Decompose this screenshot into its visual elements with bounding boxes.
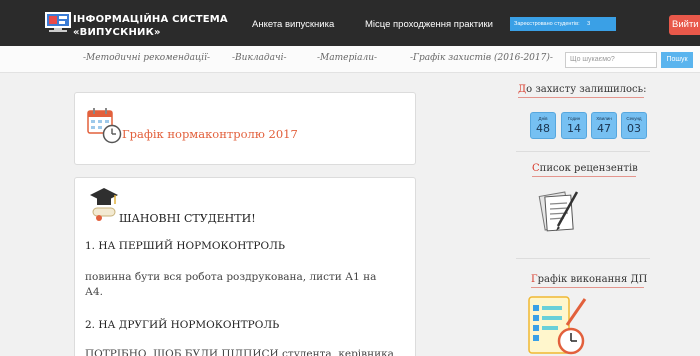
countdown-minutes-value: 47 [597, 122, 611, 135]
countdown-minutes: Хвилин 47 [591, 112, 617, 139]
countdown-heading-initial: Д [518, 84, 527, 95]
checklist-clock-icon[interactable] [527, 295, 589, 356]
section-divider-2 [516, 258, 650, 259]
top-navbar: ІНФОРМАЦІЙНА СИСТЕМА «ВИПУСКНИК» Анкета … [0, 0, 700, 46]
countdown-hours: Годин 14 [561, 112, 587, 139]
countdown-hours-value: 14 [567, 122, 581, 135]
schedule-heading-initial: Г [531, 274, 538, 285]
countdown-underline [518, 97, 644, 98]
first-control-text: повинна бути вся робота роздрукована, ли… [85, 270, 405, 300]
subnav-materials[interactable]: -Матеріали- [317, 53, 377, 63]
reviewers-heading[interactable]: Список рецензентів [532, 163, 638, 174]
subnav-defense-schedule[interactable]: -Графік захистів (2016-2017)- [410, 53, 553, 63]
first-control-heading: 1. НА ПЕРШИЙ НОРМОКОНТРОЛЬ [85, 240, 285, 252]
calendar-clock-icon [87, 108, 122, 144]
registered-students-badge[interactable]: Зареєстровано студентів: 3 [510, 17, 616, 31]
search-input[interactable]: Що шукаємо? [565, 52, 657, 68]
subnav-guidelines[interactable]: -Методичні рекомендації- [83, 53, 210, 63]
brand-line-2: «ВИПУСКНИК» [73, 27, 161, 38]
logout-button[interactable]: Вийти [669, 15, 700, 35]
countdown-seconds: Секунд 03 [621, 112, 647, 139]
greeting-heading: ШАНОВНІ СТУДЕНТИ! [119, 212, 256, 225]
first-control-line-2: А4. [85, 286, 103, 298]
countdown-days: Днів 48 [530, 112, 556, 139]
documents-pencil-icon[interactable] [534, 188, 582, 236]
first-control-line-1: повинна бути вся робота роздрукована, ли… [85, 271, 377, 283]
registered-count: 3 [587, 21, 591, 27]
countdown-heading: До захисту залишилось: [518, 84, 646, 95]
countdown-heading-text: о захисту залишилось: [526, 84, 647, 95]
schedule-underline [531, 287, 644, 288]
second-control-text: ПОТРІБНО, ЩОБ БУЛИ ПІДПИСИ студента, кер… [85, 348, 394, 356]
subnav-teachers[interactable]: -Викладачі- [232, 53, 287, 63]
reviewers-heading-initial: С [532, 163, 540, 174]
nav-graduate-survey[interactable]: Анкета випускника [252, 19, 334, 30]
brand-title[interactable]: ІНФОРМАЦІЙНА СИСТЕМА «ВИПУСКНИК» [73, 13, 228, 39]
countdown-seconds-value: 03 [627, 122, 641, 135]
reviewers-heading-text: писок рецензентів [539, 163, 638, 174]
brand-line-1: ІНФОРМАЦІЙНА СИСТЕМА [73, 14, 228, 25]
section-divider [516, 151, 650, 152]
graduation-cap-icon [90, 188, 118, 221]
registered-label: Зареєстровано студентів: [514, 21, 580, 27]
secondary-nav: -Методичні рекомендації- -Викладачі- -Ма… [0, 46, 700, 73]
nav-internship-place[interactable]: Місце проходження практики [365, 19, 493, 30]
second-control-heading: 2. НА ДРУГИЙ НОРМОКОНТРОЛЬ [85, 319, 280, 331]
schedule-heading[interactable]: Графік виконання ДП [531, 274, 647, 285]
students-notice-card: ШАНОВНІ СТУДЕНТИ! 1. НА ПЕРШИЙ НОРМОКОНТ… [74, 177, 416, 356]
countdown-days-value: 48 [536, 122, 550, 135]
norm-control-card: Графік нормаконтролю 2017 [74, 92, 416, 165]
search-button[interactable]: Пошук [661, 52, 693, 68]
reviewers-underline [532, 176, 636, 177]
card-title[interactable]: Графік нормаконтролю 2017 [122, 127, 298, 141]
schedule-heading-text: рафік виконання ДП [537, 274, 648, 285]
computer-logo-icon[interactable] [43, 11, 73, 33]
